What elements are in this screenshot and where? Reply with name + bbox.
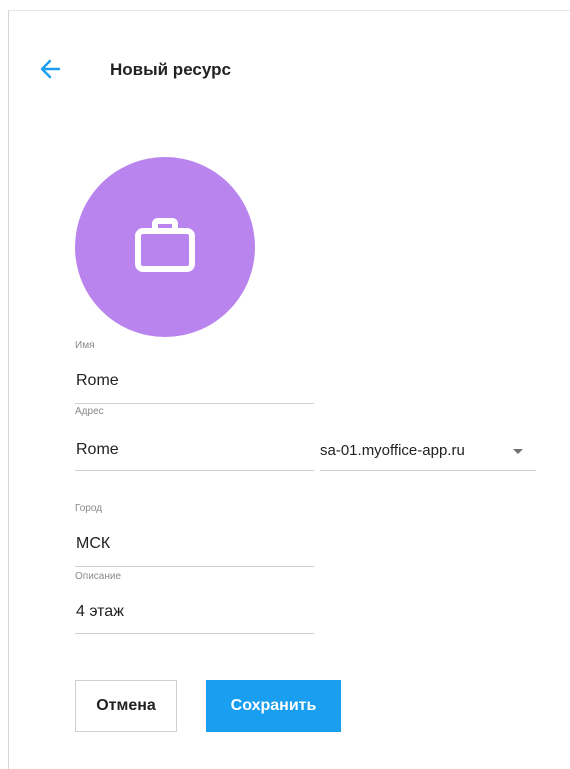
description-label: Описание xyxy=(75,571,122,582)
name-underline xyxy=(75,403,314,404)
address-value[interactable]: Rome xyxy=(76,440,119,460)
address-label: Адрес xyxy=(75,406,104,417)
name-label: Имя xyxy=(75,340,95,351)
description-value[interactable]: 4 этаж xyxy=(76,602,124,622)
caret-down-icon xyxy=(513,449,523,454)
description-underline xyxy=(75,633,314,634)
city-label: Город xyxy=(75,503,103,514)
city-field[interactable]: Город МСК xyxy=(75,503,314,568)
city-underline xyxy=(75,566,314,567)
address-field[interactable]: Адрес Rome xyxy=(75,406,314,472)
resource-avatar[interactable] xyxy=(75,157,255,337)
name-field[interactable]: Имя Rome xyxy=(75,340,314,405)
name-value[interactable]: Rome xyxy=(76,371,119,391)
back-button[interactable] xyxy=(38,58,62,80)
city-value[interactable]: МСК xyxy=(76,534,110,554)
cancel-button[interactable]: Отмена xyxy=(75,680,177,732)
address-underline xyxy=(75,470,314,471)
page-title: Новый ресурс xyxy=(110,60,231,79)
domain-value: sa-01.myoffice-app.ru xyxy=(320,442,465,459)
domain-underline xyxy=(320,470,536,471)
save-button[interactable]: Сохранить xyxy=(206,680,341,732)
domain-select[interactable]: sa-01.myoffice-app.ru xyxy=(320,434,536,471)
arrow-left-icon xyxy=(40,59,61,79)
description-field[interactable]: Описание 4 этаж xyxy=(75,571,314,636)
briefcase-icon xyxy=(135,218,195,272)
